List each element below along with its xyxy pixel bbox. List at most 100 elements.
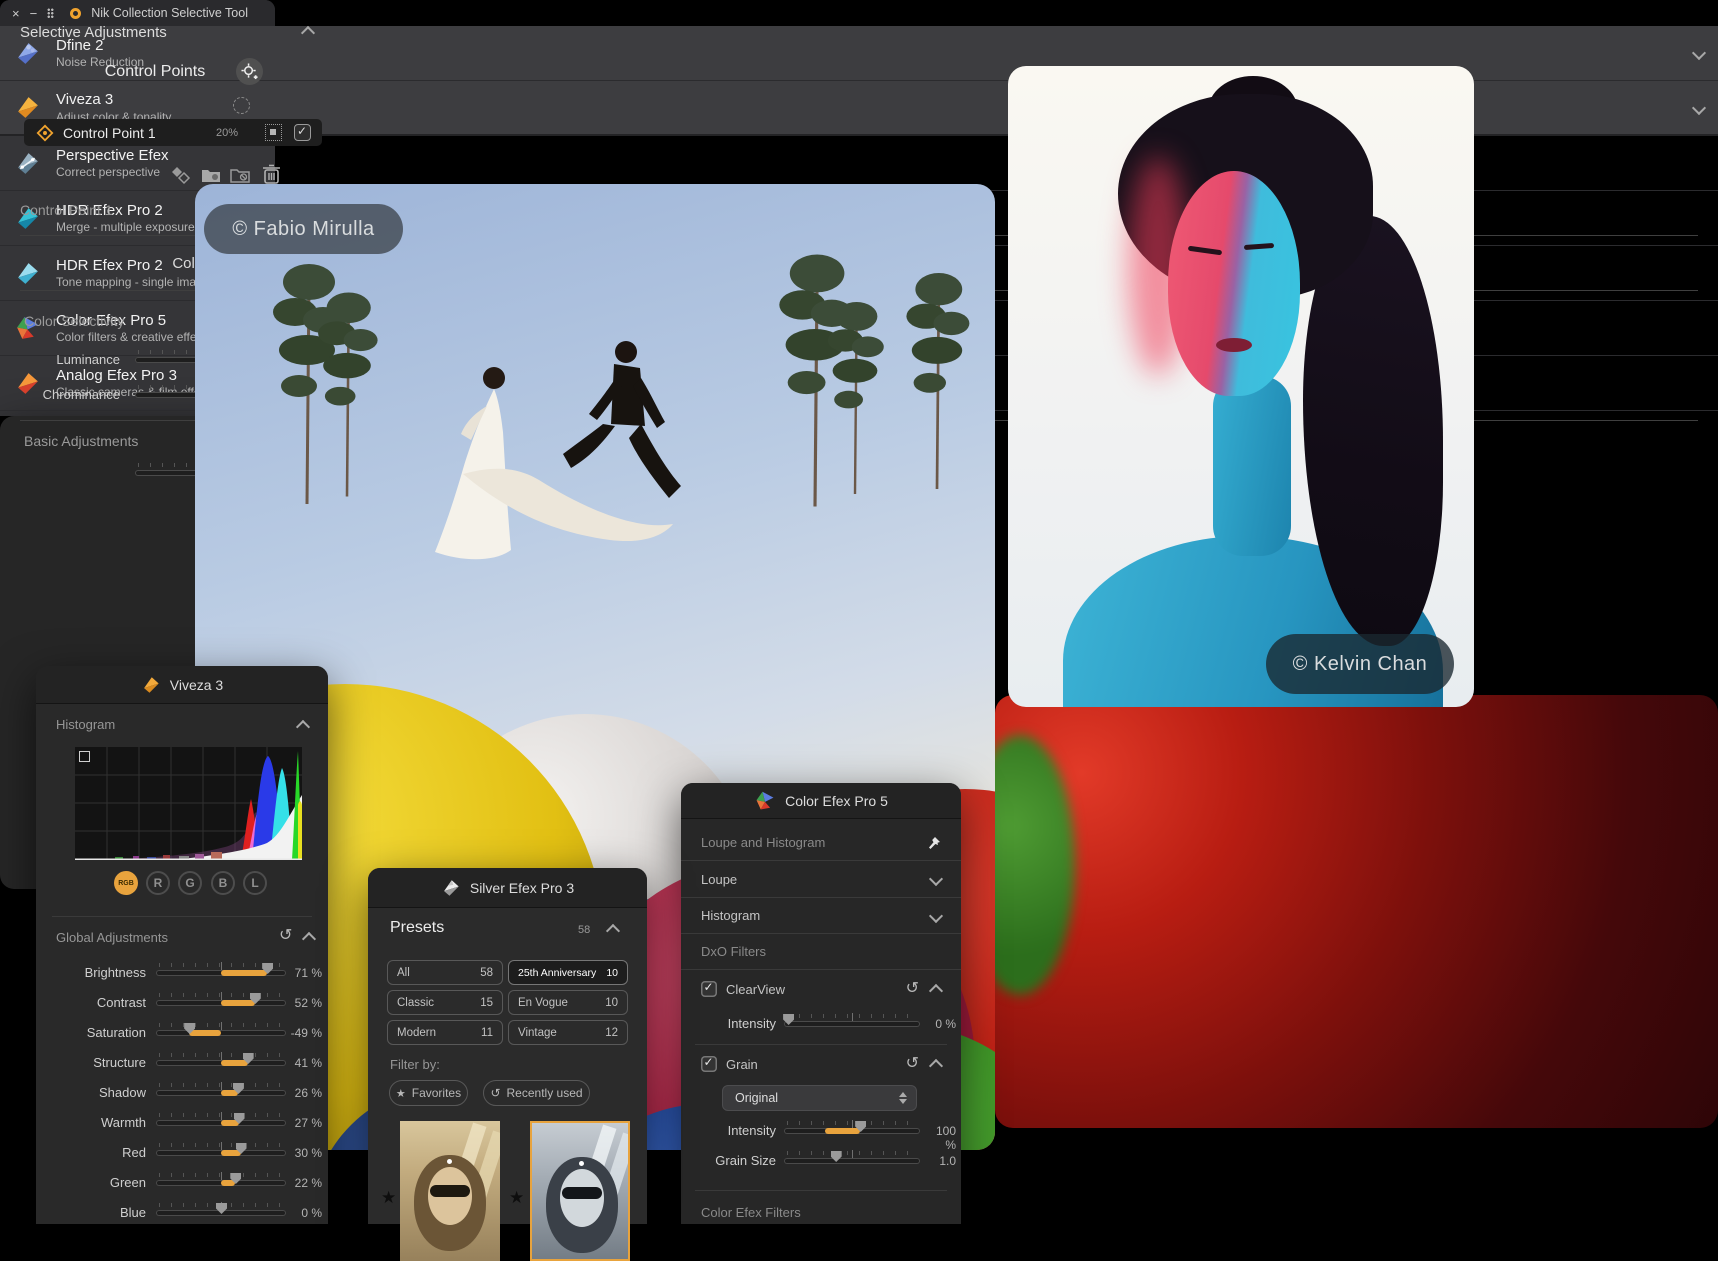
slider-label: Chrominance [42, 387, 120, 402]
shadow-slider[interactable] [156, 1082, 286, 1102]
duplicate-control-point-icon[interactable] [169, 164, 191, 186]
preset-button-modern[interactable]: Modern 11 [387, 1020, 503, 1045]
loupe-row[interactable]: Loupe [681, 861, 961, 898]
slider-value: 26 % [294, 1086, 322, 1100]
warmth-slider[interactable] [156, 1112, 286, 1132]
structure-slider[interactable] [156, 1052, 286, 1072]
preset-button-en-vogue[interactable]: En Vogue 10 [508, 990, 628, 1015]
favorite-star-icon[interactable]: ★ [509, 1188, 524, 1208]
histogram-expand-chevron-icon[interactable] [928, 908, 944, 923]
drag-handle-icon[interactable] [47, 8, 55, 18]
channel-button-r[interactable]: R [146, 871, 170, 895]
slider-value: -49 % [290, 1026, 322, 1040]
preset-label: Classic [397, 996, 435, 1009]
channel-button-l[interactable]: L [243, 871, 267, 895]
channel-button-rgb[interactable]: RGB [114, 871, 138, 895]
grain-type-value: Original [735, 1091, 779, 1105]
warmth-slider-row: Warmth 27 % [36, 1112, 328, 1132]
viveza-icon [18, 97, 38, 118]
preset-button-classic[interactable]: Classic 15 [387, 990, 503, 1015]
preset-thumbnail-sepia[interactable] [400, 1121, 500, 1261]
preset-button-25th-anniversary[interactable]: 25th Anniversary 10 [508, 960, 628, 985]
loupe-histogram-label: Loupe and Histogram [701, 835, 826, 850]
minimize-icon[interactable]: − [30, 6, 38, 21]
tool-name: Analog Efex Pro 3 [56, 366, 177, 384]
selective-tool-titlebar[interactable]: × − Nik Collection Selective Tool [0, 0, 275, 26]
recently-used-filter-pill[interactable]: ↺ Recently used [483, 1080, 590, 1106]
portrait-face [1168, 171, 1300, 396]
clearview-intensity-slider[interactable] [783, 1013, 920, 1033]
structure-slider-row: Structure 41 % [36, 1052, 328, 1072]
color-selectivity-label: Color Selectivity [24, 313, 125, 329]
red-slider[interactable] [156, 1142, 286, 1162]
slider-value: 30 % [294, 1146, 322, 1160]
close-icon[interactable]: × [12, 6, 20, 21]
grain-reset-icon[interactable]: ↺ [906, 1056, 919, 1072]
loupe-and-histogram-row[interactable]: Loupe and Histogram [681, 825, 961, 861]
slider-value: 52 % [294, 996, 322, 1010]
viveza-titlebar[interactable]: Viveza 3 [36, 666, 328, 704]
red-balloons-photo [995, 695, 1718, 1128]
portrait-lips [1216, 338, 1252, 352]
histogram-collapse-chevron-icon[interactable] [295, 719, 311, 735]
contrast-slider[interactable] [156, 992, 286, 1012]
presets-collapse-chevron-icon[interactable] [605, 923, 621, 939]
blue-slider[interactable] [156, 1202, 286, 1222]
tool-name: Viveza 3 [56, 91, 114, 109]
presets-total-count: 58 [578, 924, 591, 936]
clearview-collapse-chevron-icon[interactable] [928, 983, 944, 999]
preset-count: 12 [605, 1026, 618, 1039]
color-efex-titlebar[interactable]: Color Efex Pro 5 [681, 783, 961, 819]
channel-button-b[interactable]: B [211, 871, 235, 895]
channel-button-g[interactable]: G [178, 871, 202, 895]
histogram-row[interactable]: Histogram [681, 898, 961, 934]
control-point-list-item[interactable]: Control Point 1 20% [24, 119, 322, 146]
loupe-expand-chevron-icon[interactable] [928, 871, 944, 887]
favorite-star-icon[interactable]: ★ [381, 1188, 396, 1208]
silver-efex-titlebar[interactable]: Silver Efex Pro 3 [368, 868, 647, 908]
green-slider-row: Green 22 % [36, 1172, 328, 1192]
preset-thumbnail-selected[interactable] [530, 1121, 630, 1261]
show-selection-icon[interactable] [233, 97, 250, 114]
tool-desc: Correct perspective [56, 165, 161, 180]
grain-type-dropdown[interactable]: Original [722, 1085, 917, 1111]
clearview-label: ClearView [726, 981, 786, 997]
recently-used-label: Recently used [506, 1086, 583, 1100]
global-adjustments-collapse-chevron-icon[interactable] [301, 931, 317, 947]
add-control-point-button[interactable] [236, 58, 263, 85]
ungroup-control-points-icon[interactable] [229, 164, 251, 186]
slider-label: Grain Size [715, 1153, 776, 1168]
preset-button-vintage[interactable]: Vintage 12 [508, 1020, 628, 1045]
preset-button-all[interactable]: All 58 [387, 960, 503, 985]
dxo-filters-label: DxO Filters [701, 944, 766, 959]
red-slider-row: Red 30 % [36, 1142, 328, 1162]
wedding-credit-label: © Fabio Mirulla [232, 217, 375, 240]
grain-checkbox[interactable] [701, 1055, 717, 1072]
star-icon: ★ [395, 1087, 406, 1100]
slider-label: Red [122, 1145, 146, 1160]
control-point-checkbox[interactable] [294, 124, 311, 141]
control-point-name: Control Point 1 [63, 124, 156, 141]
clearview-reset-icon[interactable]: ↺ [906, 981, 919, 997]
histogram-checkbox[interactable] [79, 751, 90, 762]
saturation-slider[interactable] [156, 1022, 286, 1042]
grain-intensity-slider[interactable] [784, 1120, 920, 1140]
pin-icon[interactable] [927, 836, 941, 850]
contrast-slider-row: Contrast 52 % [36, 992, 328, 1012]
brightness-slider-row: Brightness 71 % [36, 962, 328, 982]
show-mask-icon[interactable] [265, 124, 282, 141]
global-adjustments-reset-icon[interactable]: ↺ [279, 928, 292, 944]
clearview-checkbox[interactable] [701, 980, 717, 997]
grain-collapse-chevron-icon[interactable] [928, 1058, 944, 1074]
green-slider[interactable] [156, 1172, 286, 1192]
slider-label: Luminance [56, 352, 120, 367]
favorites-filter-pill[interactable]: ★ Favorites [389, 1080, 468, 1106]
grain-size-slider[interactable] [784, 1150, 920, 1170]
expand-chevron-icon[interactable] [1691, 100, 1707, 115]
brightness-slider[interactable] [156, 962, 286, 982]
group-control-points-icon[interactable] [200, 164, 222, 186]
preset-label: Modern [397, 1026, 436, 1039]
delete-control-point-icon[interactable] [261, 163, 282, 186]
expand-chevron-icon[interactable] [1691, 45, 1707, 61]
histogram-section-label: Histogram [56, 717, 116, 732]
